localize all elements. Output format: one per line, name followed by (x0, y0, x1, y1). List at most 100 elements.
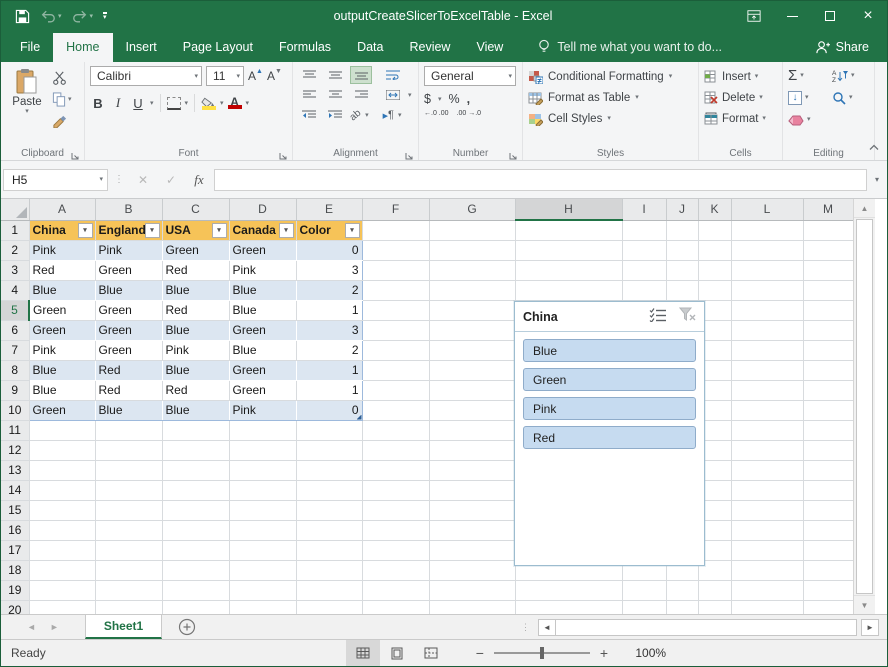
cell[interactable] (29, 560, 95, 580)
cell[interactable] (162, 580, 229, 600)
cell[interactable] (803, 440, 853, 460)
sheet-tab-sheet1[interactable]: Sheet1 (85, 615, 162, 639)
number-dialog-launcher[interactable] (509, 148, 519, 158)
cell[interactable] (731, 440, 803, 460)
cell[interactable] (622, 260, 666, 280)
cell[interactable] (362, 440, 429, 460)
table-cell[interactable]: 1 (296, 300, 362, 320)
tell-me-box[interactable]: Tell me what you want to do... (526, 39, 734, 62)
cell[interactable] (362, 300, 429, 320)
cell[interactable] (803, 540, 853, 560)
format-as-table-button[interactable]: Format as Table (528, 87, 693, 108)
column-header-H[interactable]: H (515, 199, 622, 220)
cell[interactable] (362, 540, 429, 560)
table-cell[interactable]: Blue (29, 360, 95, 380)
conditional-formatting-dropdown[interactable] (669, 73, 673, 80)
cell[interactable] (666, 220, 698, 240)
table-cell[interactable]: Blue (162, 400, 229, 420)
cell[interactable] (362, 320, 429, 340)
cell[interactable] (731, 600, 803, 614)
column-header-K[interactable]: K (698, 199, 731, 220)
cell[interactable] (362, 360, 429, 380)
cell[interactable] (362, 240, 429, 260)
cell[interactable] (362, 460, 429, 480)
tab-file[interactable]: File (7, 33, 53, 62)
number-format-dropdown[interactable] (508, 73, 512, 80)
cell[interactable] (296, 460, 362, 480)
cell[interactable] (95, 440, 162, 460)
decrease-indent-button[interactable] (298, 106, 320, 124)
cell[interactable] (698, 580, 731, 600)
cell[interactable] (95, 560, 162, 580)
cell[interactable] (29, 480, 95, 500)
increase-font-size-button[interactable]: A▲ (248, 69, 263, 83)
cell[interactable] (515, 260, 622, 280)
cell[interactable] (229, 420, 296, 440)
table-cell[interactable]: Blue (229, 280, 296, 300)
align-bottom-button[interactable] (350, 66, 372, 84)
cell[interactable] (622, 240, 666, 260)
cell[interactable] (622, 220, 666, 240)
cell[interactable] (362, 580, 429, 600)
tab-formulas[interactable]: Formulas (266, 33, 344, 62)
cell[interactable] (731, 400, 803, 420)
row-header-5[interactable]: 5 (1, 300, 29, 320)
cell[interactable] (296, 560, 362, 580)
zoom-out-button[interactable]: − (476, 645, 484, 661)
page-layout-view-button[interactable] (380, 640, 414, 666)
conditional-formatting-button[interactable]: Conditional Formatting (528, 66, 693, 87)
underline-dropdown[interactable] (150, 100, 154, 107)
align-right-button[interactable] (350, 86, 372, 104)
cell[interactable] (429, 400, 515, 420)
row-header-8[interactable]: 8 (1, 360, 29, 380)
font-name-combobox[interactable]: Calibri (90, 66, 202, 86)
cell[interactable] (229, 580, 296, 600)
table-cell[interactable]: Green (229, 240, 296, 260)
cell[interactable] (515, 280, 622, 300)
scrollbar-divider[interactable]: ⋮ (521, 622, 530, 633)
fill-color-button[interactable] (201, 97, 216, 110)
format-painter-button[interactable] (52, 112, 72, 128)
cell[interactable] (29, 540, 95, 560)
cell[interactable] (296, 480, 362, 500)
row-header-16[interactable]: 16 (1, 520, 29, 540)
table-cell[interactable]: Red (162, 300, 229, 320)
cell[interactable] (296, 440, 362, 460)
tab-insert[interactable]: Insert (113, 33, 170, 62)
tab-page-layout[interactable]: Page Layout (170, 33, 266, 62)
cell[interactable] (362, 520, 429, 540)
column-header-L[interactable]: L (731, 199, 803, 220)
scroll-left-arrow[interactable]: ◄ (538, 619, 556, 636)
cell[interactable] (515, 580, 622, 600)
cell[interactable] (429, 380, 515, 400)
comma-style-button[interactable]: , (467, 92, 470, 106)
table-cell[interactable]: Green (162, 240, 229, 260)
cell[interactable] (29, 600, 95, 614)
cell[interactable] (803, 240, 853, 260)
cell[interactable] (429, 560, 515, 580)
cell[interactable] (29, 500, 95, 520)
cell[interactable] (731, 260, 803, 280)
table-cell[interactable]: 2 (296, 280, 362, 300)
filter-button[interactable] (345, 223, 360, 238)
table-cell[interactable]: Green (95, 320, 162, 340)
table-cell[interactable]: 0 (296, 240, 362, 260)
cell[interactable] (515, 600, 622, 614)
row-header-15[interactable]: 15 (1, 500, 29, 520)
cell[interactable] (803, 420, 853, 440)
cell[interactable] (698, 240, 731, 260)
cell[interactable] (731, 520, 803, 540)
row-header-4[interactable]: 4 (1, 280, 29, 300)
row-header-12[interactable]: 12 (1, 440, 29, 460)
alignment-dialog-launcher[interactable] (405, 148, 415, 158)
align-center-button[interactable] (324, 86, 346, 104)
font-name-dropdown[interactable] (194, 73, 198, 80)
cancel-icon[interactable] (130, 173, 156, 187)
horizontal-scroll-thumb[interactable] (556, 619, 857, 636)
row-header-7[interactable]: 7 (1, 340, 29, 360)
table-cell[interactable]: Pink (229, 400, 296, 420)
cell[interactable] (666, 600, 698, 614)
cell[interactable] (731, 560, 803, 580)
undo-dropdown[interactable] (58, 12, 62, 20)
row-header-6[interactable]: 6 (1, 320, 29, 340)
